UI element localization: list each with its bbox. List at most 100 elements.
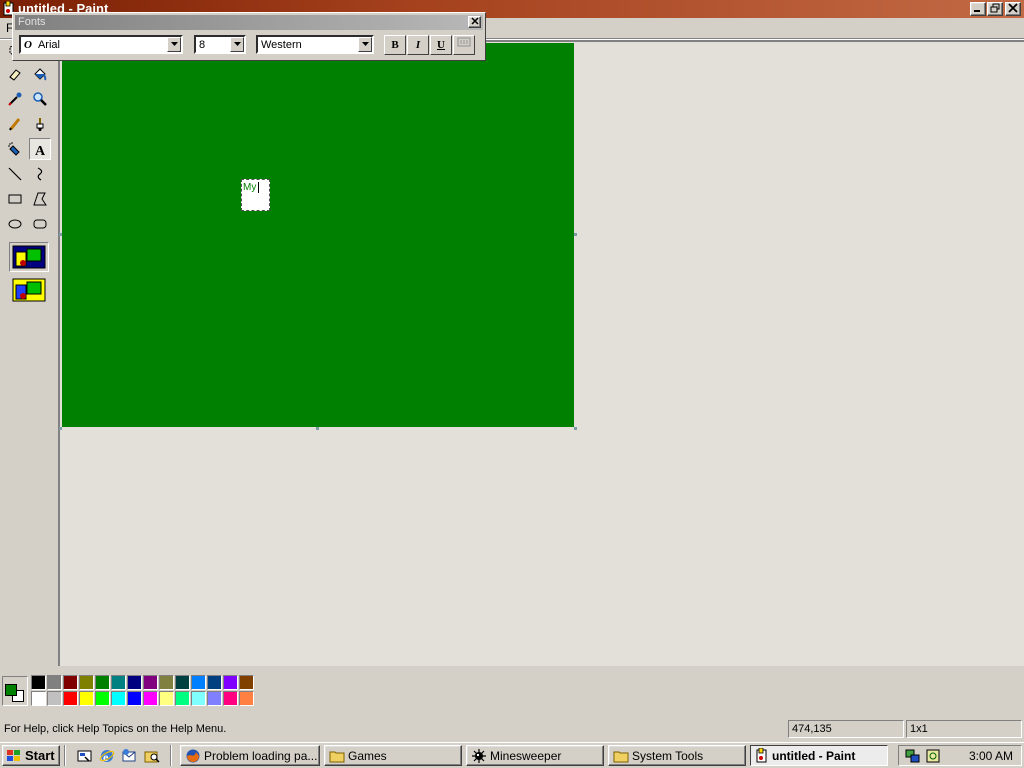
- script-dropdown-arrow[interactable]: [358, 37, 372, 52]
- palette-swatch[interactable]: [159, 691, 174, 706]
- restore-button[interactable]: [987, 2, 1003, 16]
- fonts-close-button[interactable]: [468, 16, 481, 28]
- bold-button[interactable]: B: [384, 35, 406, 55]
- fonts-titlebar[interactable]: Fonts: [15, 15, 483, 30]
- italic-button[interactable]: I: [407, 35, 429, 55]
- quick-launch-windows-explorer[interactable]: [143, 747, 161, 764]
- script-value: Western: [261, 39, 302, 51]
- quick-launch-show-desktop[interactable]: [76, 747, 94, 764]
- palette-swatch[interactable]: [175, 691, 190, 706]
- palette-swatch[interactable]: [223, 675, 238, 690]
- palette-swatch[interactable]: [47, 691, 62, 706]
- palette-swatch[interactable]: [111, 691, 126, 706]
- palette-swatch[interactable]: [31, 691, 46, 706]
- tool-line[interactable]: [4, 163, 26, 185]
- font-size-dropdown-arrow[interactable]: [230, 37, 244, 52]
- network-icon[interactable]: [905, 748, 921, 764]
- palette-swatch[interactable]: [111, 675, 126, 690]
- canvas-resize-handle-corner[interactable]: [574, 427, 577, 430]
- palette-swatch[interactable]: [95, 691, 110, 706]
- tool-airbrush[interactable]: [4, 138, 26, 160]
- canvas-resize-handle-right[interactable]: [574, 233, 577, 236]
- scheduler-icon[interactable]: [925, 748, 941, 764]
- option-opaque-background[interactable]: [9, 242, 49, 272]
- palette-swatch[interactable]: [47, 675, 62, 690]
- tool-ellipse[interactable]: [4, 213, 26, 235]
- palette-swatch[interactable]: [143, 675, 158, 690]
- font-name-dropdown-arrow[interactable]: [167, 37, 181, 52]
- option-transparent-background[interactable]: [9, 275, 49, 305]
- taskbar-button-minesweeper[interactable]: Minesweeper: [466, 745, 604, 766]
- opaque-background-icon: [12, 245, 46, 269]
- tool-brush[interactable]: [29, 113, 51, 135]
- ellipse-icon: [8, 219, 22, 229]
- palette-swatch[interactable]: [79, 691, 94, 706]
- taskbar-button-paint[interactable]: untitled - Paint: [750, 745, 888, 766]
- tool-fill-with-color[interactable]: [29, 63, 51, 85]
- palette-swatch[interactable]: [191, 691, 206, 706]
- canvas-resize-handle-bottom[interactable]: [316, 427, 319, 430]
- font-name-select[interactable]: O Arial: [19, 35, 183, 54]
- opentype-font-icon: O: [24, 39, 32, 51]
- vertical-text-button[interactable]: [453, 35, 475, 55]
- quick-launch-internet-explorer[interactable]: e: [98, 747, 116, 764]
- tool-rounded-rectangle[interactable]: [29, 213, 51, 235]
- close-icon: [470, 17, 479, 25]
- text-entry-content: My: [243, 182, 257, 193]
- start-label: Start: [25, 748, 55, 763]
- canvas-handle-bottom-left: [59, 427, 62, 430]
- palette-swatch[interactable]: [191, 675, 206, 690]
- palette-swatch[interactable]: [207, 691, 222, 706]
- palette-swatch[interactable]: [63, 675, 78, 690]
- quick-launch-outlook-express[interactable]: [120, 747, 138, 764]
- fonts-toolbar-window[interactable]: Fonts O Arial 8 Western B I U: [12, 12, 486, 61]
- windows-explorer-icon: [144, 751, 160, 763]
- eyedropper-icon: [8, 92, 22, 106]
- chevron-down-icon: [170, 42, 178, 46]
- tool-rectangle[interactable]: [4, 188, 26, 210]
- underline-button[interactable]: U: [430, 35, 452, 55]
- tool-text[interactable]: A: [29, 138, 51, 160]
- eraser-icon: [9, 69, 21, 81]
- palette-swatch[interactable]: [223, 691, 238, 706]
- text-entry-box[interactable]: My: [241, 179, 270, 211]
- tool-eraser[interactable]: [4, 63, 26, 85]
- drawing-canvas[interactable]: [62, 43, 574, 427]
- palette-swatch[interactable]: [239, 675, 254, 690]
- palette-swatch[interactable]: [95, 675, 110, 690]
- taskbar-button-system-tools[interactable]: System Tools: [608, 745, 746, 766]
- minimize-button[interactable]: [970, 2, 986, 16]
- firefox-icon: [186, 749, 200, 762]
- palette-swatch[interactable]: [127, 675, 142, 690]
- taskbar-button-games[interactable]: Games: [324, 745, 462, 766]
- tool-polygon[interactable]: [29, 188, 51, 210]
- palette-swatch[interactable]: [127, 691, 142, 706]
- clock[interactable]: 3:00 AM: [969, 749, 1013, 763]
- close-button[interactable]: [1005, 2, 1021, 16]
- taskbar-button-label: Games: [348, 748, 387, 763]
- start-button[interactable]: Start: [2, 745, 60, 766]
- rounded-rectangle-icon: [33, 219, 47, 229]
- tool-magnifier[interactable]: [29, 88, 51, 110]
- canvas-handle-left: [59, 233, 62, 236]
- font-size-select[interactable]: 8: [194, 35, 246, 54]
- palette-swatch[interactable]: [239, 691, 254, 706]
- magnifier-icon: [33, 92, 47, 106]
- tool-pick-color[interactable]: [4, 88, 26, 110]
- taskbar-button-label: System Tools: [632, 748, 704, 763]
- folder-icon: [329, 751, 345, 762]
- folder-icon: [613, 751, 629, 762]
- palette-swatch[interactable]: [143, 691, 158, 706]
- palette-swatch[interactable]: [207, 675, 222, 690]
- rectangle-icon: [8, 194, 22, 204]
- palette-swatch[interactable]: [159, 675, 174, 690]
- tool-pencil[interactable]: [4, 113, 26, 135]
- taskbar-button-firefox[interactable]: Problem loading pa...: [180, 745, 320, 766]
- palette-swatch[interactable]: [79, 675, 94, 690]
- palette-swatch[interactable]: [63, 691, 78, 706]
- palette-swatch[interactable]: [175, 675, 190, 690]
- tool-curve[interactable]: [29, 163, 51, 185]
- fonts-title: Fonts: [18, 16, 46, 28]
- palette-swatch[interactable]: [31, 675, 46, 690]
- script-select[interactable]: Western: [256, 35, 374, 54]
